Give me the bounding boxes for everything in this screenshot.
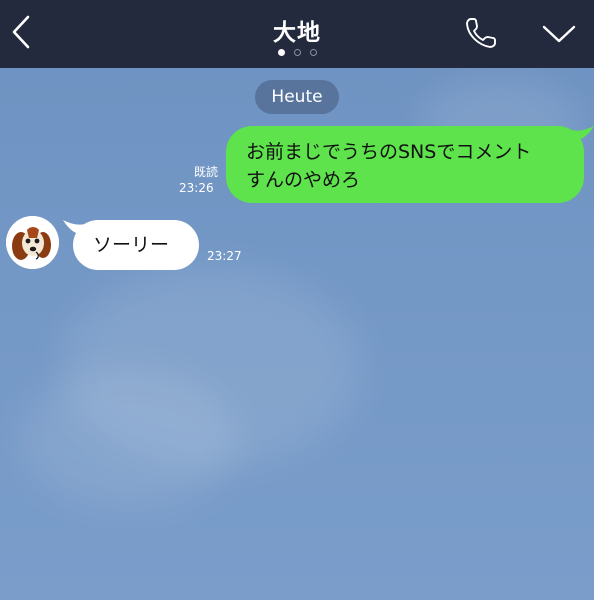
call-button[interactable] bbox=[462, 14, 500, 52]
chat-area[interactable]: Heute お前まじでうちのSNSでコメント すんのやめろ 既読 23:26 ソ… bbox=[0, 68, 594, 600]
dog-avatar-icon bbox=[6, 216, 59, 269]
background-cloud bbox=[20, 368, 240, 508]
page-indicator bbox=[0, 49, 594, 56]
phone-icon bbox=[466, 18, 496, 48]
menu-toggle-button[interactable] bbox=[540, 20, 578, 48]
chat-header: 大地 bbox=[0, 0, 594, 68]
contact-avatar[interactable] bbox=[6, 216, 59, 269]
date-separator: Heute bbox=[255, 80, 339, 114]
read-receipt: 既読 bbox=[193, 165, 218, 179]
page-dot-1 bbox=[277, 49, 285, 56]
page-dot-3 bbox=[309, 49, 317, 56]
message-text-line: すんのやめろ bbox=[246, 169, 361, 191]
outgoing-message-bubble[interactable]: お前まじでうちのSNSでコメント すんのやめろ bbox=[226, 126, 584, 203]
message-text-line: お前まじでうちのSNSでコメント bbox=[246, 141, 532, 163]
page-dot-2 bbox=[293, 49, 301, 56]
message-timestamp: 23:27 bbox=[207, 249, 242, 263]
incoming-message-bubble[interactable]: ソーリー bbox=[73, 220, 199, 270]
message-timestamp: 23:26 bbox=[179, 181, 214, 195]
chevron-down-icon bbox=[542, 25, 576, 43]
chat-title[interactable]: 大地 bbox=[0, 13, 594, 47]
